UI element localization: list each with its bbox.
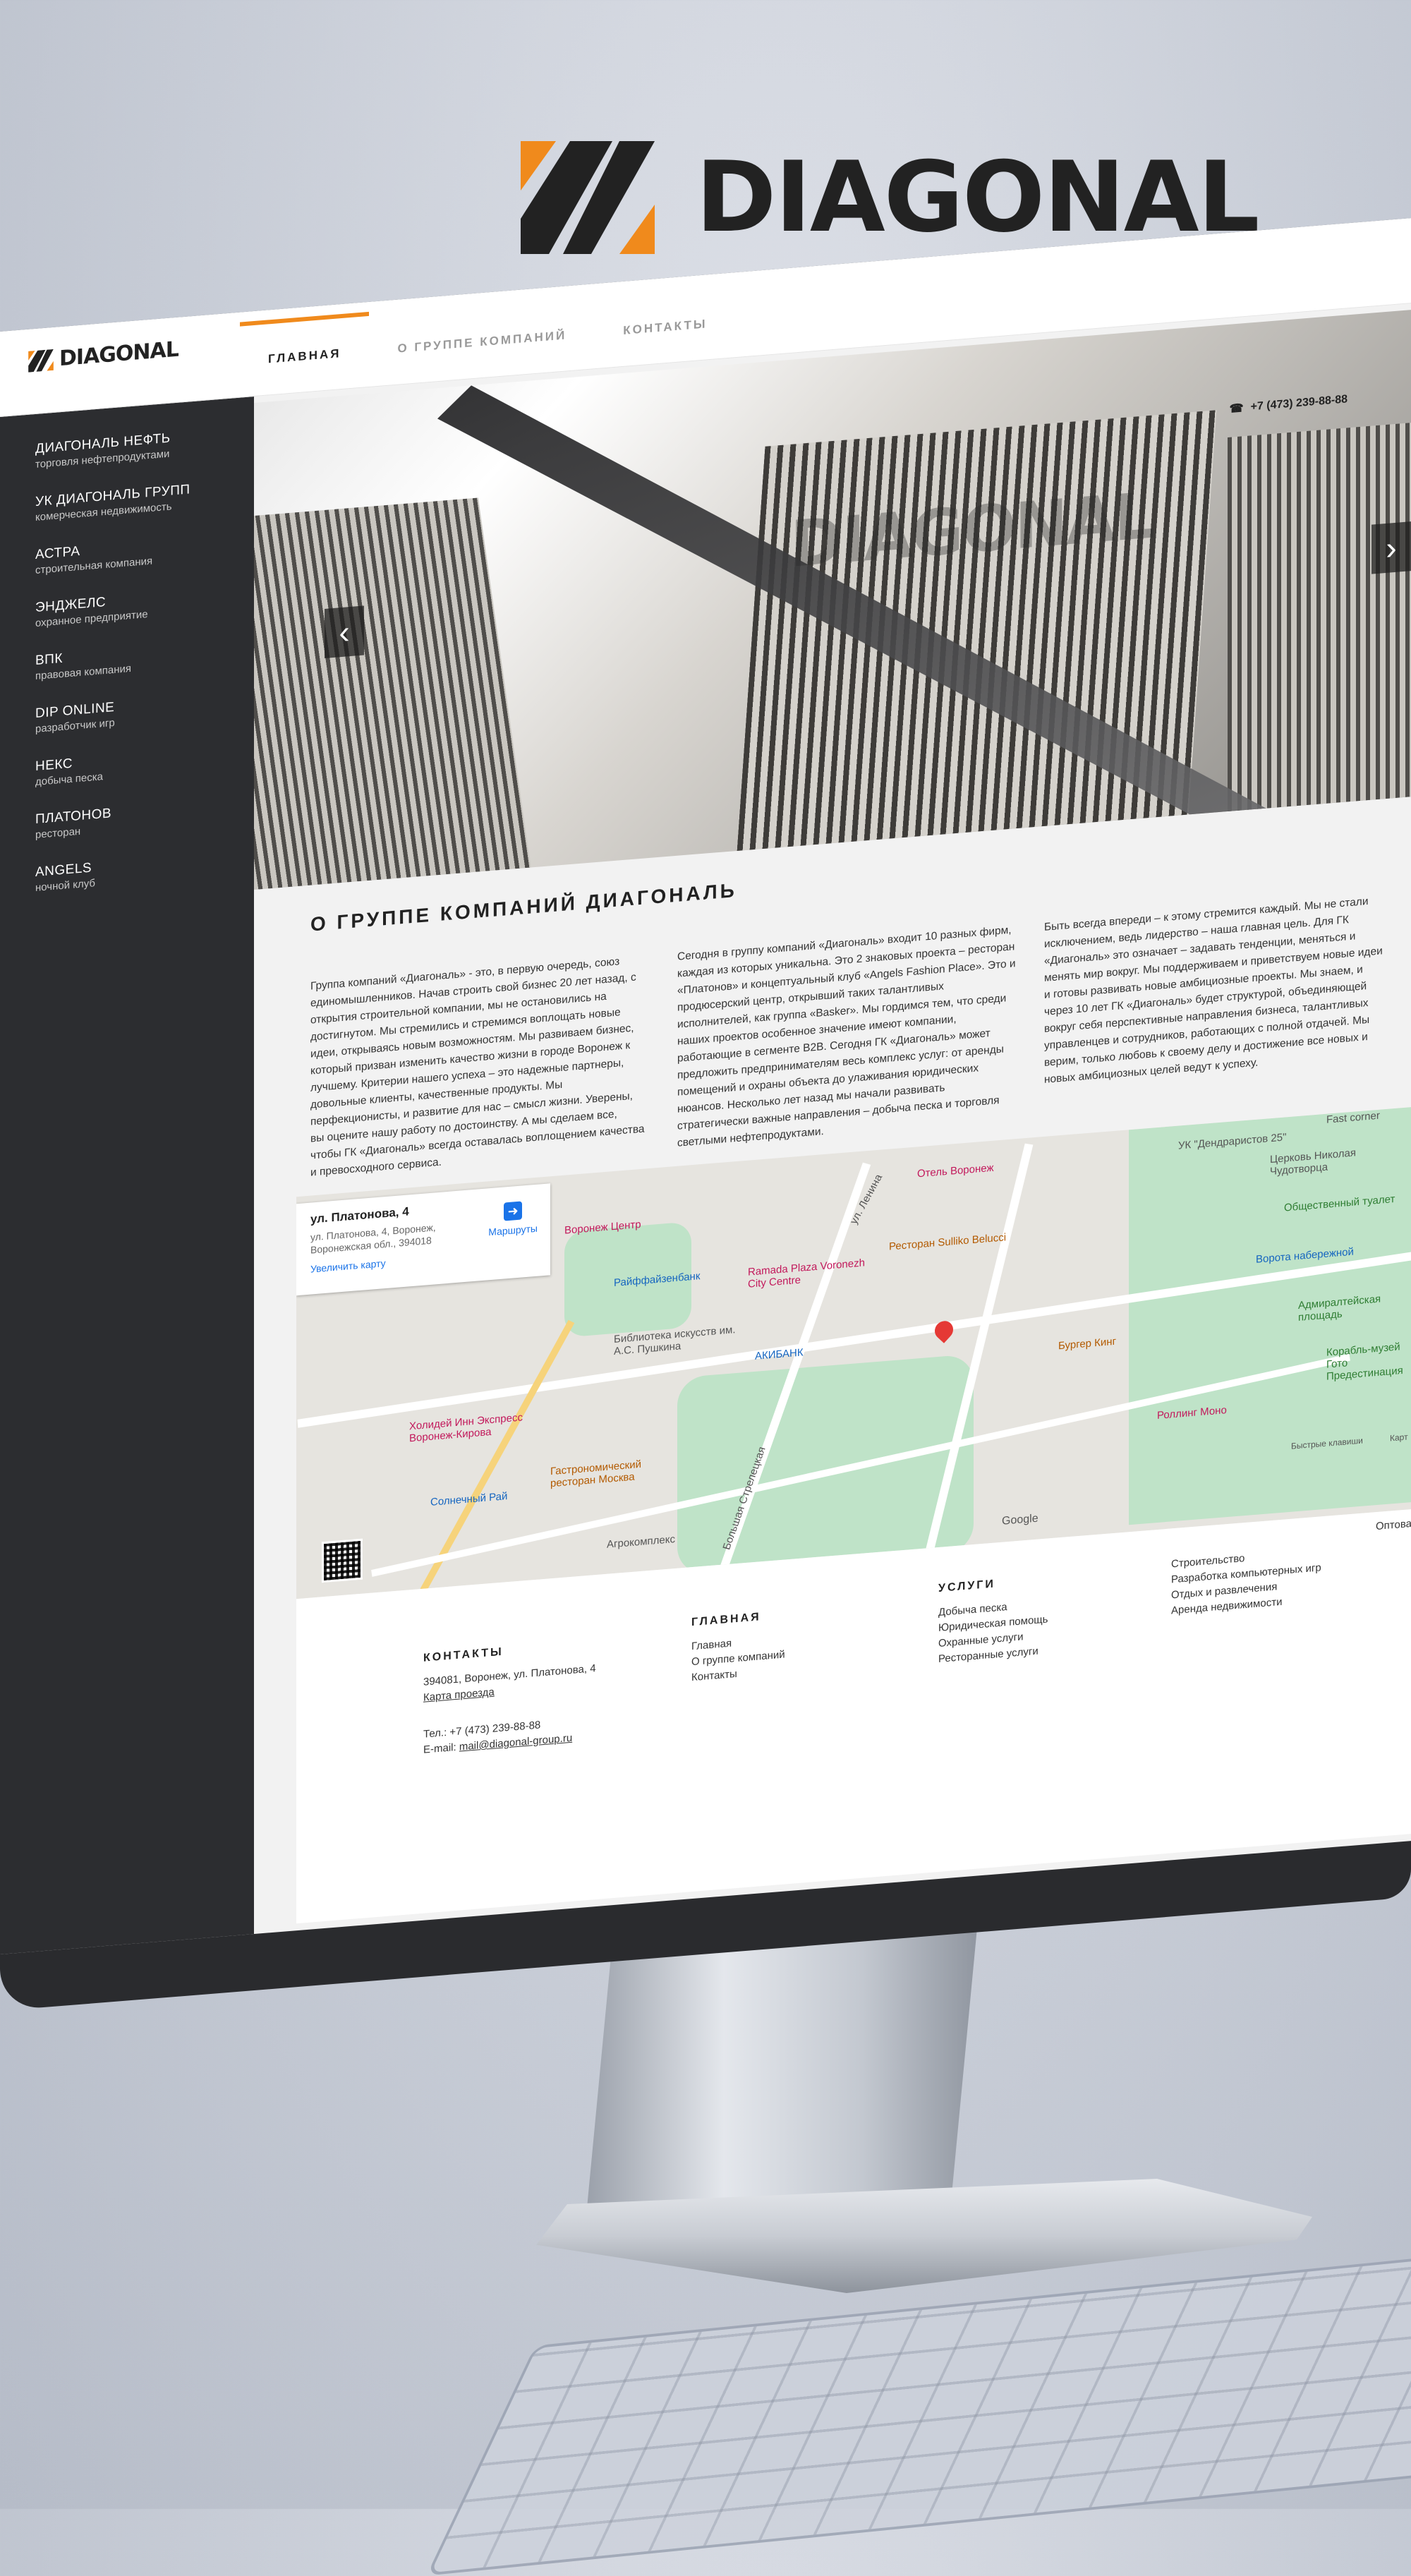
footer-link-wholesale[interactable]: Оптовая — [1376, 1516, 1411, 1535]
brand-logo: DIAGONAL — [521, 140, 1260, 254]
map-routes-label: Маршруты — [488, 1222, 538, 1238]
phone-icon: ☎ — [1229, 402, 1244, 416]
directions-icon: ➜ — [504, 1201, 523, 1221]
qr-code-icon — [322, 1538, 363, 1583]
map-routes-button[interactable]: ➜ Маршруты — [488, 1200, 538, 1238]
map-label[interactable]: Ramada Plaza Voronezh City Centre — [748, 1256, 875, 1290]
map-label[interactable]: Холидей Инн Экспресс Воронеж-Кирова — [409, 1409, 550, 1444]
sidebar-item-vpk[interactable]: ВПК правовая компания — [35, 646, 131, 682]
footer-services-title: УСЛУГИ — [938, 1578, 995, 1595]
nav-about[interactable]: О группе компаний — [369, 284, 595, 387]
map-data-link[interactable]: Карт — [1390, 1432, 1408, 1443]
footer-more: Строительство Разработка компьютерных иг… — [1171, 1544, 1321, 1619]
footer-main-title: ГЛАВНАЯ — [691, 1611, 761, 1629]
tower-image — [1228, 419, 1411, 861]
map-card-address: ул. Платонова, 4, Воронеж, Воронежская о… — [310, 1221, 436, 1256]
map-road — [922, 1143, 1034, 1564]
footer-main: ГЛАВНАЯ Главная О группе компаний Контак… — [691, 1609, 785, 1686]
map-label[interactable]: Корабль-музей Гото Предестинация — [1326, 1339, 1411, 1382]
site-logo[interactable]: DIAGONAL — [28, 337, 178, 374]
nav-home[interactable]: Главная — [240, 302, 369, 397]
chevron-right-icon: › — [1386, 528, 1397, 567]
footer-contacts-title: КОНТАКТЫ — [423, 1645, 504, 1664]
chevron-left-icon: ‹ — [339, 613, 350, 651]
about-column-3: Быть всегда впереди – к этому стремится … — [1044, 895, 1383, 1086]
site-logo-text: DIAGONAL — [59, 337, 178, 372]
footer-extra: Оптовая — [1376, 1516, 1411, 1535]
brand-wordmark: DIAGONAL — [696, 140, 1260, 254]
footer-services: УСЛУГИ Добыча песка Юридическая помощь О… — [938, 1573, 1048, 1667]
google-logo: Google — [1002, 1512, 1038, 1528]
map-info-card: ул. Платонова, 4 ул. Платонова, 4, Ворон… — [296, 1183, 550, 1296]
hero-slider: DIAGONAL ‹ › — [254, 310, 1411, 890]
sidebar-item-astra[interactable]: АСТРА строительная компания — [35, 538, 152, 576]
monitor: ДИАГОНАЛЬ НЕФТЬ торговля нефтепродуктами… — [0, 218, 1411, 2012]
tower-image — [254, 497, 538, 890]
sidebar-item-angels[interactable]: ANGELS ночной клуб — [35, 860, 95, 894]
sidebar-item-uk-diagonal[interactable]: УК ДИАГОНАЛЬ ГРУПП комерческая недвижимо… — [35, 482, 190, 524]
about-column-2: Сегодня в группу компаний «Диагональ» вх… — [677, 924, 1016, 1149]
sidebar-item-diagonal-neft[interactable]: ДИАГОНАЛЬ НЕФТЬ торговля нефтепродуктами — [35, 431, 171, 471]
sidebar-item-endzhels[interactable]: ЭНДЖЕЛС охранное предприятие — [35, 591, 148, 629]
diagonal-logo-icon — [521, 141, 655, 254]
footer-contacts: КОНТАКТЫ 394081, Воронеж, ул. Платонова,… — [423, 1638, 596, 1758]
map-road — [420, 1319, 575, 1592]
sidebar: ДИАГОНАЛЬ НЕФТЬ торговля нефтепродуктами… — [0, 368, 254, 1955]
sidebar-item-neks[interactable]: НЕКС добыча песка — [35, 754, 103, 788]
diagonal-logo-icon — [28, 349, 54, 373]
map-label[interactable]: Агрокомплекс — [607, 1533, 675, 1551]
map-label[interactable]: Ресторан Sulliko Belucci — [889, 1231, 1006, 1252]
slider-prev-button[interactable]: ‹ — [325, 605, 364, 658]
map-label[interactable]: Отель Воронеж — [917, 1162, 993, 1180]
map-label[interactable]: Гастрономический ресторан Москва — [550, 1455, 684, 1489]
website-screen: ДИАГОНАЛЬ НЕФТЬ торговля нефтепродуктами… — [0, 218, 1411, 1955]
footer-email-label: E-mail: — [423, 1741, 456, 1756]
sidebar-item-dip-online[interactable]: DIP ONLINE разработчик игр — [35, 700, 115, 735]
map-label[interactable]: Бургер Кинг — [1058, 1336, 1116, 1353]
sidebar-item-platonov[interactable]: ПЛАТОНОВ ресторан — [35, 806, 111, 841]
about-column-1: Группа компаний «Диагональ» - это, в пер… — [310, 955, 645, 1179]
keyboard — [426, 2242, 1411, 2576]
nav-contacts[interactable]: Контакты — [595, 272, 735, 368]
slider-next-button[interactable]: › — [1371, 521, 1411, 574]
